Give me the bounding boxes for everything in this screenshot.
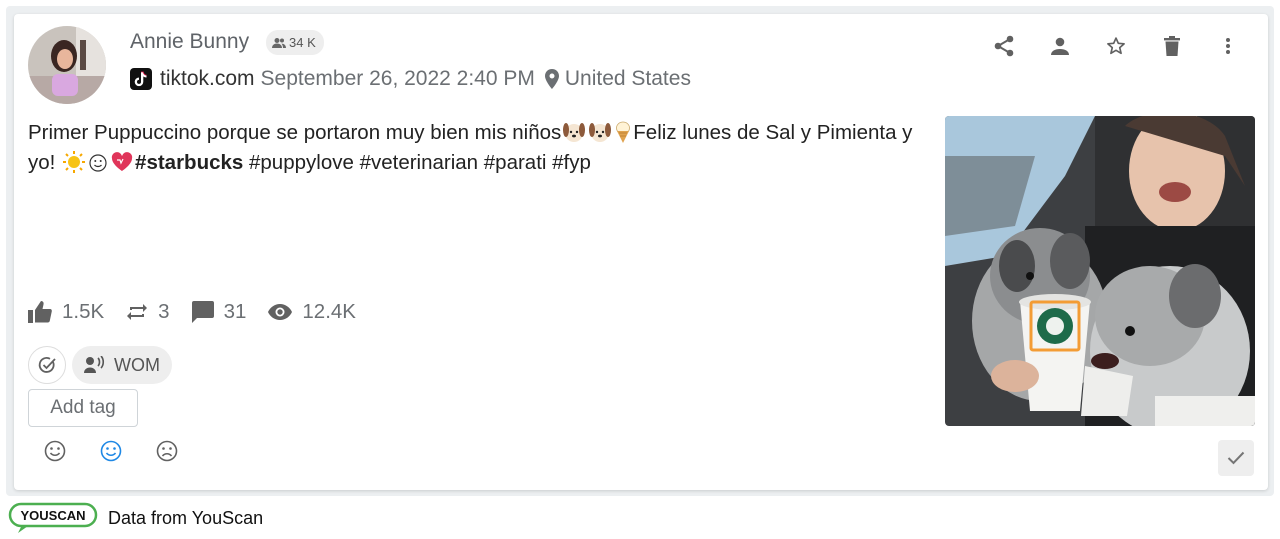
sentiment-selector (44, 440, 178, 462)
speaker-person-icon (84, 356, 105, 373)
smiley-text-emoji-icon (89, 154, 107, 172)
followers-count: 34 K (289, 35, 316, 50)
data-source-text: Data from YouScan (108, 507, 264, 528)
reposts-stat: 3 (126, 300, 170, 324)
add-tag-button[interactable]: Add tag (28, 389, 138, 427)
location-pin-icon (544, 69, 559, 89)
more-vert-icon (1226, 38, 1230, 54)
comments-count: 31 (223, 300, 247, 323)
likes-stat: 1.5K (28, 300, 104, 324)
post-text: Primer Puppuccino porque se portaron muy… (28, 118, 928, 178)
negative-sentiment-icon[interactable] (156, 440, 178, 462)
hashtag-starbucks[interactable]: #starbucks (135, 151, 243, 174)
engagement-stats: 1.5K 3 31 12.4K (28, 300, 378, 324)
thumb-up-icon (28, 301, 52, 323)
confirm-button[interactable] (1218, 440, 1254, 476)
post-text-part-1: Primer Puppuccino porque se portaron muy… (28, 121, 562, 144)
star-icon (1107, 37, 1125, 55)
post-image[interactable] (945, 116, 1255, 426)
followers-icon (272, 37, 286, 48)
footer: YOUSCAN Data from YouScan (8, 502, 263, 534)
post-meta: tiktok.com September 26, 2022 2:40 PM Un… (130, 67, 691, 91)
delete-button[interactable] (1144, 32, 1200, 60)
tiktok-icon (130, 68, 152, 90)
favorite-button[interactable] (1088, 32, 1144, 60)
avatar[interactable] (28, 26, 106, 104)
comment-icon (191, 301, 214, 323)
views-count: 12.4K (302, 300, 356, 323)
eye-icon (268, 304, 293, 320)
wom-label: WOM (114, 354, 160, 375)
author-name[interactable]: Annie Bunny (130, 30, 249, 54)
youscan-logo-text: YOUSCAN (20, 508, 85, 523)
author-profile-button[interactable] (1032, 32, 1088, 60)
trash-icon (1164, 36, 1180, 56)
comments-stat: 31 (191, 300, 247, 324)
mark-processed-button[interactable] (28, 346, 66, 384)
reposts-count: 3 (158, 300, 170, 323)
neutral-sentiment-icon[interactable] (100, 440, 122, 462)
likes-count: 1.5K (62, 300, 105, 323)
tag-chips: WOM (28, 346, 172, 384)
check-circle-icon (38, 357, 56, 373)
sun-emoji-icon (63, 151, 86, 173)
check-icon (1227, 451, 1245, 465)
share-button[interactable] (976, 32, 1032, 60)
views-stat: 12.4K (268, 300, 356, 324)
post-card: Annie Bunny 34 K tiktok.com September 26… (14, 14, 1268, 490)
wom-chip[interactable]: WOM (72, 346, 172, 384)
dog-face-emoji-icon (563, 123, 586, 142)
positive-sentiment-icon[interactable] (44, 440, 66, 462)
post-date: September 26, 2022 2:40 PM (260, 67, 535, 90)
ice-cream-emoji-icon (616, 121, 631, 143)
person-icon (1051, 37, 1069, 55)
hashtags[interactable]: #puppylove #veterinarian #parati #fyp (243, 151, 591, 174)
heart-emoji-icon (111, 152, 133, 171)
source-site[interactable]: tiktok.com (160, 67, 255, 91)
share-icon (994, 35, 1014, 57)
more-options-button[interactable] (1200, 32, 1256, 60)
post-location: United States (564, 67, 691, 90)
repost-icon (127, 304, 148, 320)
dog-face-emoji-icon (589, 123, 612, 142)
youscan-logo: YOUSCAN (8, 502, 98, 533)
post-actions (976, 32, 1256, 60)
followers-badge: 34 K (266, 30, 324, 55)
